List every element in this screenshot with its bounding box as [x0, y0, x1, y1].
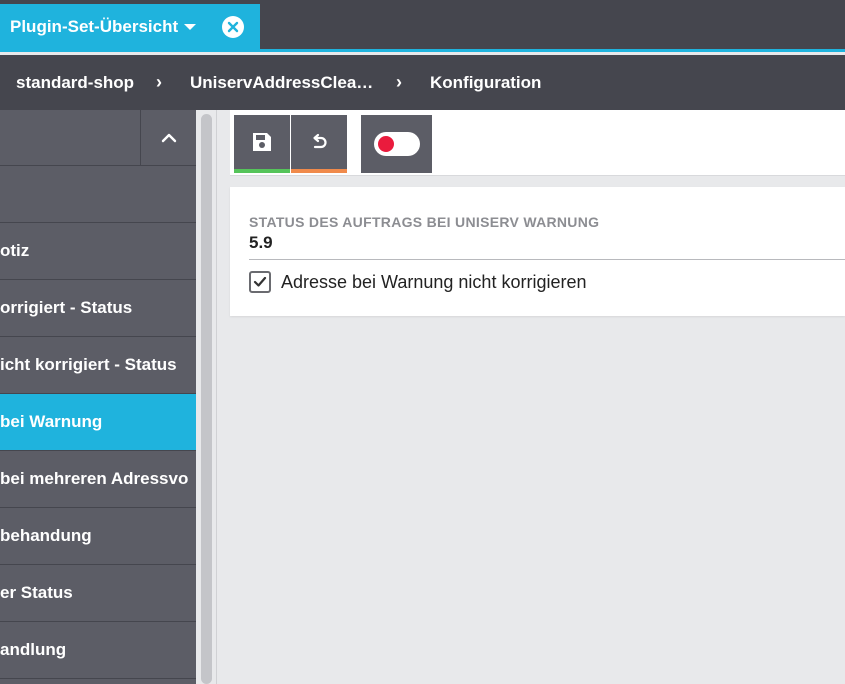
sidebar-item-nicht-korrigiert-status[interactable]: icht korrigiert - Status — [0, 337, 196, 394]
sidebar-header-title: n — [0, 110, 140, 166]
sidebar-item[interactable] — [0, 166, 196, 223]
sidebar-item-behandung[interactable]: behandung — [0, 508, 196, 565]
chevron-up-icon — [161, 133, 176, 143]
no-correction-checkbox-row[interactable]: Adresse bei Warnung nicht korrigieren — [249, 271, 586, 293]
tab-label: Plugin-Set-Übersicht — [10, 16, 179, 36]
breadcrumb-item-shop[interactable]: standard-shop — [16, 73, 134, 93]
breadcrumb-separator: › — [396, 72, 402, 92]
active-toggle[interactable] — [361, 115, 432, 173]
sidebar-item-notiz[interactable]: otiz — [0, 223, 196, 280]
sidebar: n otiz orrigiert - Status icht korrigier… — [0, 110, 196, 684]
tab-bar: Plugin-Set-Übersicht — [0, 0, 845, 52]
sidebar-item-bei-warnung[interactable]: bei Warnung — [0, 394, 196, 451]
breadcrumb-item-configuration[interactable]: Konfiguration — [430, 73, 541, 93]
scrollbar-thumb[interactable] — [201, 114, 212, 684]
breadcrumb: standard-shop › UniservAddressClea… › Ko… — [0, 55, 845, 110]
toggle-track — [373, 132, 420, 156]
collapse-button[interactable] — [140, 110, 196, 166]
status-field-label: STATUS DES AUFTRAGS BEI UNISERV WARNUNG — [249, 214, 600, 230]
sidebar-item-korrigiert-status[interactable]: orrigiert - Status — [0, 280, 196, 337]
sidebar-item-mehrere-adressen[interactable]: bei mehreren Adressvo — [0, 451, 196, 508]
no-correction-checkbox[interactable] — [249, 271, 271, 293]
check-icon — [253, 276, 267, 287]
sidebar-header: n — [0, 110, 196, 166]
settings-card: STATUS DES AUFTRAGS BEI UNISERV WARNUNG … — [230, 187, 845, 316]
field-underline — [249, 259, 845, 260]
status-field-select[interactable]: 5.9 — [249, 233, 273, 253]
sidebar-item-status[interactable]: er Status — [0, 565, 196, 622]
chevron-down-icon[interactable] — [184, 23, 197, 30]
breadcrumb-item-plugin[interactable]: UniservAddressClea… — [190, 73, 373, 93]
toggle-knob — [377, 136, 394, 152]
save-button[interactable] — [234, 115, 290, 173]
breadcrumb-separator: › — [156, 72, 162, 92]
checkbox-label: Adresse bei Warnung nicht korrigieren — [281, 271, 587, 292]
close-icon[interactable] — [222, 16, 244, 38]
sidebar-scrollbar[interactable] — [196, 110, 217, 684]
toolbar — [230, 110, 845, 176]
undo-icon — [313, 133, 327, 149]
save-icon — [253, 133, 271, 151]
undo-button[interactable] — [291, 115, 347, 173]
sidebar-item-handlung[interactable]: andlung — [0, 622, 196, 679]
tab-plugin-set-overview[interactable]: Plugin-Set-Übersicht — [0, 4, 260, 49]
